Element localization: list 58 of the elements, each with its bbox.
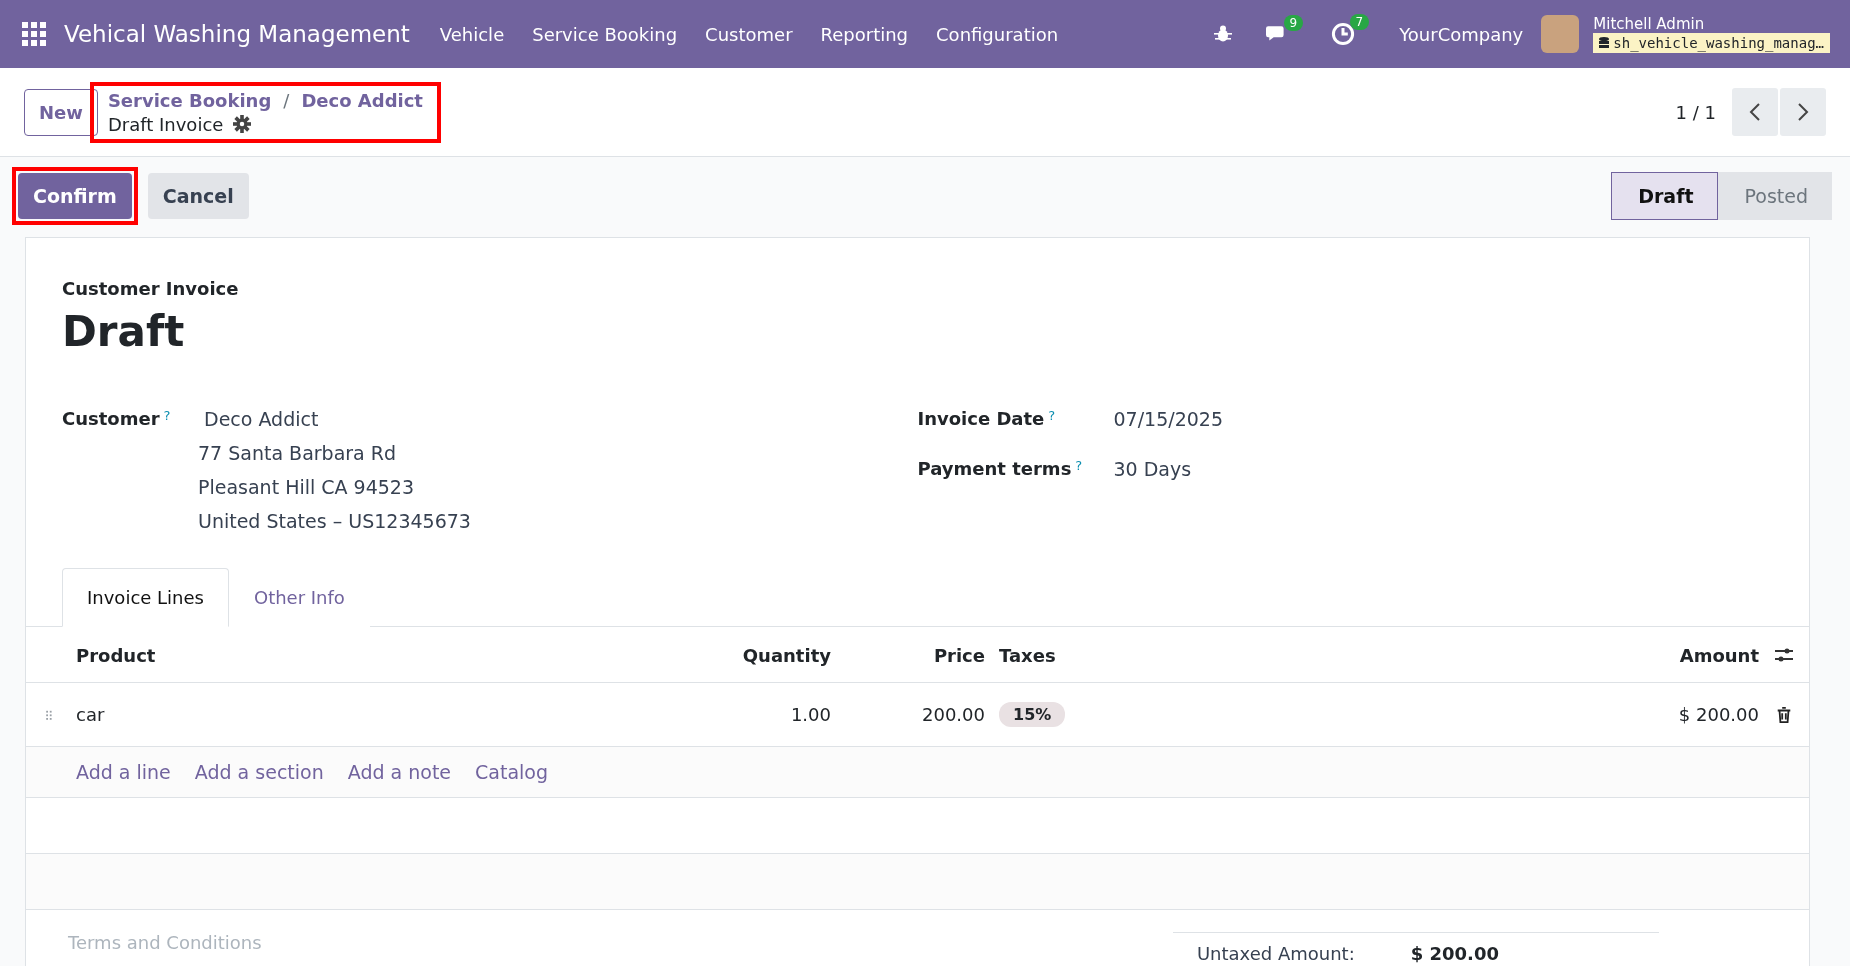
breadcrumb-link[interactable]: Deco Addict bbox=[301, 89, 423, 111]
field-value[interactable]: 30 Days bbox=[1113, 458, 1192, 480]
status-stage[interactable]: Posted bbox=[1718, 172, 1832, 220]
database-name: sh_vehicle_washing_manag… bbox=[1593, 32, 1830, 53]
menu-item[interactable]: Customer bbox=[691, 23, 807, 45]
add-line-link[interactable]: Add a note bbox=[347, 761, 452, 783]
menu-item[interactable]: Service Booking bbox=[518, 23, 692, 45]
field-label: Payment terms bbox=[917, 458, 1072, 479]
add-line-link[interactable]: Add a section bbox=[194, 761, 324, 783]
database-icon bbox=[1599, 36, 1610, 49]
breadcrumb-link[interactable]: Service Booking bbox=[107, 89, 272, 111]
address-line: Pleasant Hill CA 94523 bbox=[198, 476, 416, 498]
add-line-link[interactable]: Add a line bbox=[76, 761, 171, 783]
bug-icon bbox=[1213, 24, 1234, 44]
clock-icon bbox=[1331, 22, 1356, 46]
field-label: Customer bbox=[62, 408, 160, 429]
column-header[interactable]: Product bbox=[76, 627, 676, 683]
total-label: Untaxed Amount: bbox=[1196, 943, 1355, 964]
message-count-badge: 9 bbox=[1283, 15, 1304, 31]
notebook-tab[interactable]: Invoice Lines bbox=[62, 568, 229, 627]
app-title: Vehical Washing Management bbox=[64, 21, 410, 47]
menu-item[interactable]: Reporting bbox=[806, 23, 923, 45]
document-status-title: Draft bbox=[62, 307, 186, 356]
user-name: Mitchell Admin bbox=[1593, 15, 1706, 32]
add-line-link[interactable]: Catalog bbox=[475, 761, 548, 783]
help-tooltip[interactable]: ? bbox=[1048, 408, 1056, 423]
menu-item[interactable]: Configuration bbox=[922, 23, 1073, 45]
status-stage[interactable]: Draft bbox=[1611, 172, 1719, 220]
tax-tag: 15% bbox=[999, 702, 1066, 727]
activity-count-badge: 7 bbox=[1349, 14, 1370, 30]
help-tooltip[interactable]: ? bbox=[1075, 458, 1083, 473]
settings-icon bbox=[233, 115, 252, 133]
pager-counter[interactable]: 1 / 1 bbox=[1675, 101, 1716, 123]
field-value[interactable]: 07/15/2025 bbox=[1113, 408, 1223, 430]
help-tooltip[interactable]: ? bbox=[163, 408, 171, 423]
company-name[interactable]: YourCompany bbox=[1399, 23, 1524, 45]
document-type: Customer Invoice bbox=[62, 278, 240, 299]
next-button[interactable] bbox=[1780, 88, 1826, 136]
column-header[interactable]: Taxes bbox=[985, 627, 1559, 683]
column-header[interactable]: Amount bbox=[1559, 627, 1759, 683]
previous-button[interactable] bbox=[1732, 88, 1778, 136]
column-header[interactable]: Price bbox=[831, 627, 985, 683]
cancel-button[interactable]: Cancel bbox=[147, 173, 249, 219]
apps-menu-icon[interactable] bbox=[22, 22, 46, 46]
record-name: Draft Invoice bbox=[107, 113, 224, 135]
column-header[interactable]: Quantity bbox=[676, 627, 831, 683]
trash-icon bbox=[1775, 704, 1793, 725]
address-line: United States – US12345673 bbox=[198, 510, 471, 532]
field-label: Invoice Date bbox=[917, 408, 1045, 429]
breadcrumb-separator: / bbox=[283, 89, 290, 111]
menu-item[interactable]: Vehicle bbox=[425, 23, 519, 45]
chevron-right-icon bbox=[1796, 102, 1810, 122]
new-button[interactable]: New bbox=[24, 88, 98, 136]
address-line: 77 Santa Barbara Rd bbox=[198, 442, 398, 464]
chevron-left-icon bbox=[1748, 102, 1762, 122]
customer-name[interactable]: Deco Addict bbox=[204, 408, 471, 430]
confirm-button[interactable]: Confirm bbox=[18, 173, 132, 219]
total-value: $ 200.00 bbox=[1410, 943, 1499, 964]
